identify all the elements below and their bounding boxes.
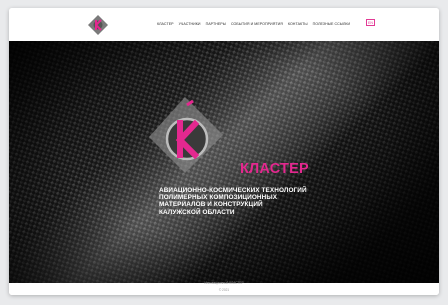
language-switch-button[interactable]: EN bbox=[366, 19, 375, 26]
hero-banner: КЛАСТЕР авиационно-космических технологи… bbox=[9, 41, 439, 283]
main-nav: Кластер Участники Партнеры События и мер… bbox=[157, 21, 350, 27]
cluster-logo-icon[interactable] bbox=[87, 14, 109, 36]
cluster-big-logo-icon bbox=[149, 97, 223, 173]
nav-item-participants[interactable]: Участники bbox=[179, 21, 201, 27]
hero-tagline: авиационно-космических технологий полиме… bbox=[159, 187, 349, 216]
footer-org-name: Инновационный КЛАСТЕР bbox=[204, 281, 244, 285]
browser-page: Кластер Участники Партнеры События и мер… bbox=[9, 8, 439, 295]
tagline-line-4: калужской области bbox=[159, 208, 235, 216]
nav-item-links[interactable]: Полезные ссылки bbox=[313, 21, 351, 27]
tagline-line-3: материалов и конструкций bbox=[159, 201, 263, 209]
site-header: Кластер Участники Партнеры События и мер… bbox=[9, 8, 439, 41]
nav-item-contacts[interactable]: Контакты bbox=[288, 21, 308, 27]
nav-item-partners[interactable]: Партнеры bbox=[206, 21, 226, 27]
brand-title: КЛАСТЕР bbox=[240, 161, 309, 177]
tagline-line-1: авиационно-космических технологий bbox=[159, 187, 307, 194]
site-footer: Инновационный КЛАСТЕР © 2021 bbox=[9, 281, 439, 295]
footer-copyright: © 2021 bbox=[218, 288, 230, 292]
nav-item-cluster[interactable]: Кластер bbox=[157, 21, 174, 27]
nav-item-events[interactable]: События и мероприятия bbox=[231, 21, 283, 27]
